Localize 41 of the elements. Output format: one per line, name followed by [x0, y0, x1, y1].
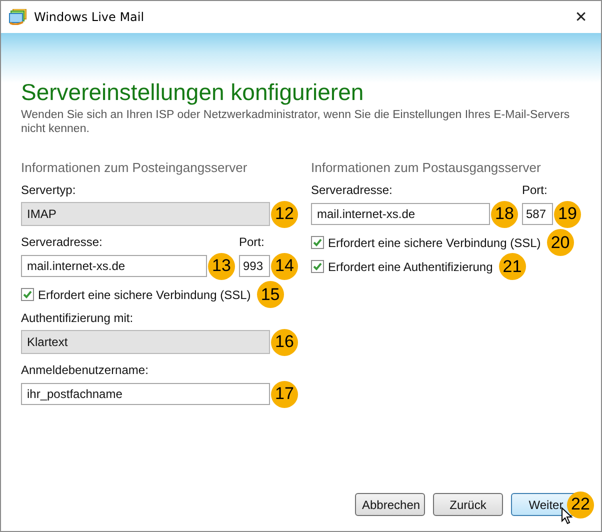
- mail-app-icon: [9, 9, 27, 25]
- number-badge: 17: [271, 380, 298, 408]
- field-label: Serveradresse:: [311, 183, 394, 197]
- number-badge: 15: [256, 281, 284, 308]
- mouse-cursor-icon: [561, 507, 573, 525]
- port-label: Port:: [522, 183, 548, 197]
- dialog-button[interactable]: Abbrechen: [355, 493, 425, 516]
- port-field[interactable]: 993: [239, 255, 270, 277]
- number-badge: 19: [554, 200, 581, 228]
- window-title: Windows Live Mail: [34, 10, 144, 24]
- port-field[interactable]: 587: [522, 203, 553, 225]
- field-label: Serveradresse:: [21, 235, 104, 249]
- number-badge: 22: [567, 491, 594, 518]
- input-field[interactable]: mail.internet-xs.de: [311, 203, 490, 225]
- dropdown-field[interactable]: IMAP: [21, 202, 270, 226]
- number-badge: 16: [271, 328, 298, 356]
- number-badge: 13: [208, 252, 235, 280]
- number-badge: 20: [546, 229, 574, 256]
- input-field[interactable]: mail.internet-xs.de: [21, 255, 207, 277]
- field-label: Servertyp:: [21, 183, 77, 197]
- checkbox[interactable]: [21, 288, 34, 301]
- number-badge: 18: [491, 200, 518, 228]
- number-badge: 12: [271, 200, 298, 228]
- checkbox-label[interactable]: Erfordert eine Authentifizierung: [328, 260, 493, 274]
- field-label: Anmeldebenutzername:: [21, 363, 150, 377]
- close-button[interactable]: ✕: [561, 2, 601, 32]
- checkbox-label[interactable]: Erfordert eine sichere Verbindung (SSL): [38, 288, 251, 302]
- checkbox-label[interactable]: Erfordert eine sichere Verbindung (SSL): [328, 236, 541, 250]
- section-title: Informationen zum Postausgangsserver: [311, 160, 542, 175]
- input-field[interactable]: ihr_postfachname: [21, 383, 270, 405]
- port-label: Port:: [239, 235, 266, 249]
- page-heading: Servereinstellungen konfigurieren: [21, 79, 365, 106]
- number-badge: 21: [498, 253, 526, 280]
- description-text: Wenden Sie sich an Ihren ISP oder Netzwerkadministrator, wenn Sie die Einstellungen Ihres E-Mail-Servers nicht kennen.: [21, 108, 571, 136]
- number-badge: 14: [271, 252, 298, 280]
- checkbox[interactable]: [311, 260, 324, 273]
- field-label: Authentifizierung mit:: [21, 311, 134, 325]
- section-title: Informationen zum Posteingangsserver: [21, 160, 248, 175]
- checkbox[interactable]: [311, 236, 324, 249]
- dialog-button[interactable]: Zurück: [433, 493, 503, 516]
- dropdown-field[interactable]: Klartext: [21, 330, 270, 354]
